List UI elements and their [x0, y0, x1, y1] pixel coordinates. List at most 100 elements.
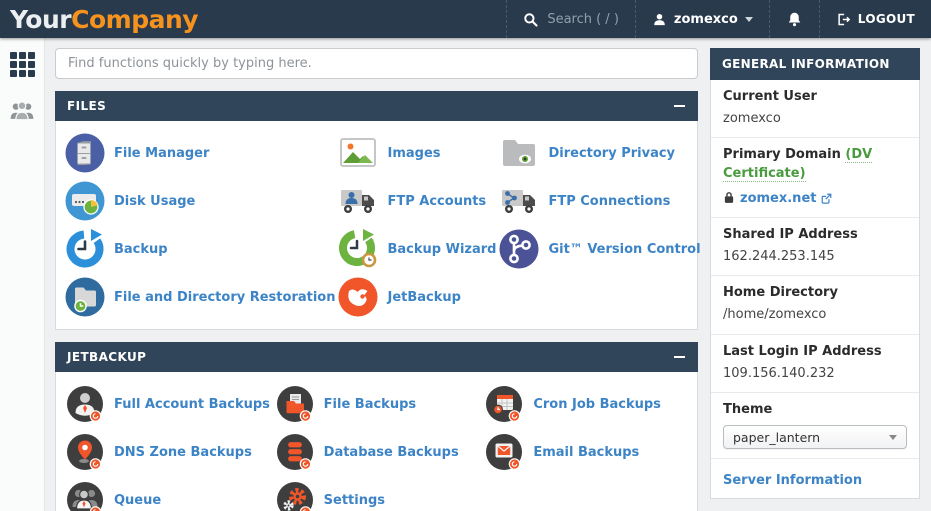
app-item-label: Backup Wizard	[387, 242, 496, 257]
app-item-queue[interactable]: Queue	[62, 476, 272, 511]
current-user-label: Current User	[723, 88, 907, 106]
app-item-label: File and Directory Restoration	[114, 290, 335, 305]
collapse-icon[interactable]	[672, 350, 686, 364]
queue-icon	[64, 479, 106, 511]
current-user-value: zomexco	[723, 110, 907, 128]
app-item-label: JetBackup	[387, 290, 460, 305]
notifications-button[interactable]	[769, 0, 819, 38]
app-item-git-version-control[interactable]: Git™ Version Control	[496, 225, 700, 273]
chevron-down-icon	[745, 17, 753, 22]
file-backups-icon	[274, 383, 316, 425]
backup-icon	[64, 228, 106, 270]
ftp-accounts-icon	[337, 180, 379, 222]
app-item-label: Email Backups	[533, 445, 639, 460]
left-sidebar	[0, 38, 45, 511]
app-item-file-directory-restoration[interactable]: File and Directory Restoration	[62, 273, 335, 321]
app-item-disk-usage[interactable]: Disk Usage	[62, 177, 335, 225]
shared-ip-label: Shared IP Address	[723, 226, 907, 244]
logo-part-1: Your	[10, 5, 71, 34]
app-item-ftp-accounts[interactable]: FTP Accounts	[335, 177, 496, 225]
app-item-backup-wizard[interactable]: Backup Wizard	[335, 225, 496, 273]
database-backups-icon	[274, 431, 316, 473]
app-item-backup[interactable]: Backup	[62, 225, 335, 273]
collapse-icon[interactable]	[672, 99, 686, 113]
search-icon	[523, 12, 538, 27]
app-item-label: Full Account Backups	[114, 397, 270, 412]
home-directory-row: Home Directory /home/zomexco	[711, 276, 919, 334]
home-directory-label: Home Directory	[723, 284, 907, 302]
app-item-label: Database Backups	[324, 445, 459, 460]
logout-label: LOGOUT	[858, 12, 915, 26]
shared-ip-row: Shared IP Address 162.244.253.145	[711, 218, 919, 276]
company-logo: YourCompany	[0, 5, 198, 34]
logo-part-2: Company	[71, 5, 198, 34]
app-item-file-backups[interactable]: File Backups	[272, 380, 482, 428]
server-information-link[interactable]: Server Information	[723, 473, 862, 488]
app-item-label: Disk Usage	[114, 194, 195, 209]
last-login-row: Last Login IP Address 109.156.140.232	[711, 335, 919, 393]
general-information-title: GENERAL INFORMATION	[722, 57, 890, 71]
top-header: YourCompany Search ( / ) zomexco LOGOUT	[0, 0, 931, 38]
directory-privacy-icon	[498, 132, 540, 174]
images-icon	[337, 132, 379, 174]
app-item-settings[interactable]: Settings	[272, 476, 482, 511]
app-item-label: FTP Connections	[548, 194, 670, 209]
app-item-images[interactable]: Images	[335, 129, 496, 177]
lock-icon	[723, 189, 735, 208]
files-panel-title: FILES	[67, 99, 106, 113]
user-menu[interactable]: zomexco	[635, 0, 769, 38]
jetbackup-icon	[337, 276, 379, 318]
user-manager-icon[interactable]	[8, 99, 36, 127]
shared-ip-value: 162.244.253.145	[723, 248, 907, 266]
quick-find-input[interactable]	[55, 48, 698, 79]
ftp-connections-icon	[498, 180, 540, 222]
right-sidebar: GENERAL INFORMATION Current User zomexco…	[710, 48, 920, 511]
disk-usage-icon	[64, 180, 106, 222]
app-item-database-backups[interactable]: Database Backups	[272, 428, 482, 476]
cron-job-backups-icon	[483, 383, 525, 425]
files-items-grid: File Manager Images Directory Privacy Di…	[56, 121, 697, 329]
app-item-label: Directory Privacy	[548, 146, 675, 161]
user-icon	[652, 12, 667, 27]
app-item-full-account-backups[interactable]: Full Account Backups	[62, 380, 272, 428]
apps-grid-icon[interactable]	[10, 52, 35, 77]
app-item-label: Cron Job Backups	[533, 397, 661, 412]
general-information-panel: GENERAL INFORMATION Current User zomexco…	[710, 48, 920, 499]
primary-domain-link[interactable]: zomex.net	[740, 191, 816, 206]
logout-button[interactable]: LOGOUT	[819, 0, 931, 38]
app-item-jetbackup[interactable]: JetBackup	[335, 273, 496, 321]
theme-label: Theme	[723, 401, 907, 419]
theme-row: Theme paper_lantern	[711, 393, 919, 459]
last-login-value: 109.156.140.232	[723, 365, 907, 383]
select-caret-icon	[889, 435, 897, 440]
theme-selected-value: paper_lantern	[733, 430, 820, 445]
header-search[interactable]: Search ( / )	[506, 0, 635, 38]
app-item-dns-zone-backups[interactable]: DNS Zone Backups	[62, 428, 272, 476]
app-item-directory-privacy[interactable]: Directory Privacy	[496, 129, 700, 177]
backup-wizard-icon	[337, 228, 379, 270]
server-information-row: Server Information	[711, 459, 919, 498]
home-directory-value: /home/zomexco	[723, 306, 907, 324]
settings-icon	[274, 479, 316, 511]
full-account-backups-icon	[64, 383, 106, 425]
file-restoration-icon	[64, 276, 106, 318]
last-login-label: Last Login IP Address	[723, 343, 907, 361]
main-content: FILES File Manager Images Director	[55, 48, 698, 511]
app-item-label: Images	[387, 146, 440, 161]
app-item-label: Backup	[114, 242, 168, 257]
app-item-cron-job-backups[interactable]: Cron Job Backups	[481, 380, 691, 428]
primary-domain-row: Primary Domain (DV Certificate) zomex.ne…	[711, 138, 919, 217]
theme-select[interactable]: paper_lantern	[723, 425, 907, 449]
external-link-icon[interactable]	[821, 189, 832, 208]
username-label: zomexco	[674, 12, 738, 27]
app-item-email-backups[interactable]: Email Backups	[481, 428, 691, 476]
jetbackup-panel-header: JETBACKUP	[55, 342, 698, 372]
app-item-ftp-connections[interactable]: FTP Connections	[496, 177, 700, 225]
bell-icon	[786, 11, 803, 28]
current-user-row: Current User zomexco	[711, 80, 919, 138]
app-item-file-manager[interactable]: File Manager	[62, 129, 335, 177]
email-backups-icon	[483, 431, 525, 473]
jetbackup-panel-title: JETBACKUP	[67, 350, 146, 364]
files-panel-header: FILES	[55, 91, 698, 121]
app-item-label: File Manager	[114, 146, 209, 161]
